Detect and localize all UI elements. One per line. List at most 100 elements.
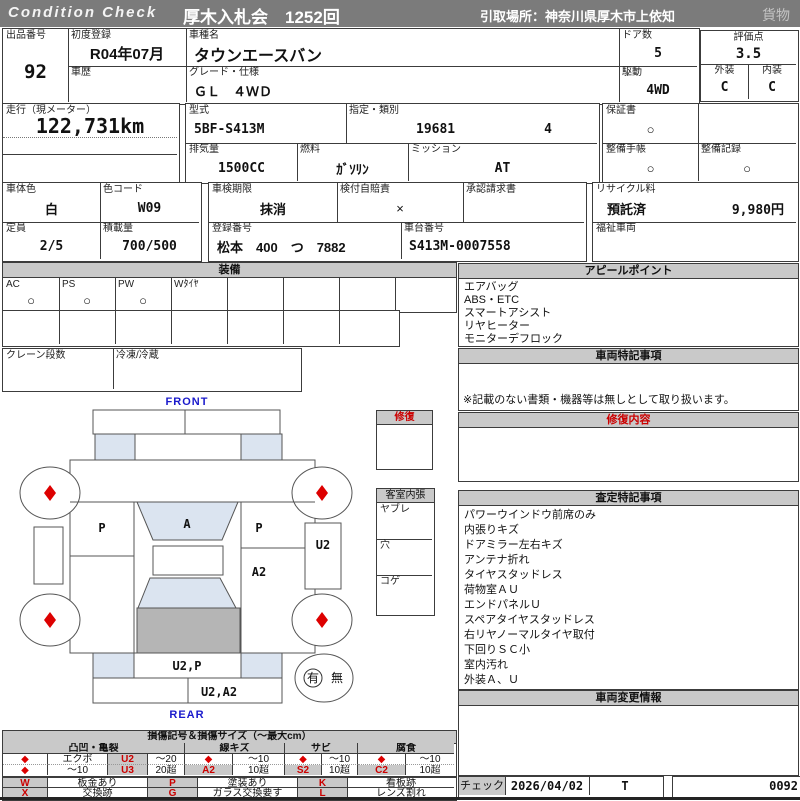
- damage-code: U3: [108, 765, 148, 775]
- interior-row-hole: 穴: [377, 539, 432, 576]
- score-table: 評価点 3.5 外装 C 内装 C: [700, 30, 799, 102]
- color-table: 車体色 白 色コード W09 定員 2/5 積載量 700/500: [2, 182, 202, 262]
- interior-mini-box: 客室内張 ヤブレ 穴 コゲ: [376, 488, 435, 616]
- mileage-empty-row: [3, 137, 177, 155]
- empty-cell: [698, 104, 796, 144]
- refrigeration-cell: 冷凍/冷蔵: [116, 350, 159, 361]
- mark-right-front-door: P: [255, 521, 262, 535]
- header-table: 出品番号 92 初度登録 R04年07月 車歴 車種名 タウンエースバン グレー…: [2, 28, 700, 105]
- maintenance-book-cell: 整備手帳 ○: [603, 143, 699, 181]
- interior-row-tear: ヤブレ: [377, 503, 432, 540]
- equipment-cell: Wﾀｲﾔ: [171, 278, 228, 310]
- mark-left-front-door: P: [98, 521, 105, 535]
- history-cell: 車歴: [68, 66, 187, 102]
- mark-tailgate: U2,P: [173, 659, 202, 673]
- recycle-fee: 9,980円: [731, 203, 784, 218]
- assessment-list: パワーウインドウ前席のみ 内張りキズ ドアミラー左右キズ アンテナ折れ タイヤス…: [459, 506, 798, 690]
- circle-mark: ○: [646, 160, 655, 176]
- recycle-status: 預託済: [607, 202, 647, 217]
- list-item: スマートアシスト: [464, 307, 552, 319]
- list-item: エンドパネルＵ: [464, 599, 541, 611]
- list-item: スペアタイヤスタッドレス: [464, 614, 595, 626]
- check-inspector: T: [621, 779, 629, 793]
- equipment-cell: [395, 278, 454, 310]
- equipment-cell: AC ○: [3, 278, 60, 310]
- welfare-cell: 福祉車両: [596, 223, 636, 234]
- inspection-table: 車検期限 抹消 検付自賠責 × 承認請求書 登録番号 松本 400 つ 7882…: [208, 182, 587, 262]
- sheet-number: 0092: [672, 776, 800, 798]
- repair-mini-box: 修復: [376, 410, 433, 470]
- list-item: モニターデフロック: [464, 333, 563, 345]
- crane-cell: クレーン段数: [3, 349, 114, 389]
- mileage-cell: 122,731km: [3, 104, 177, 138]
- damage-diamond-icon: ◆: [358, 754, 406, 765]
- assessment-section: 査定特記事項 パワーウインドウ前席のみ 内張りキズ ドアミラー左右キズ アンテナ…: [458, 490, 799, 690]
- capacity-cell: 定員 2/5: [3, 222, 101, 259]
- list-item: ABS・ETC: [464, 294, 520, 306]
- legend-group-name: 凸凹・亀裂: [3, 743, 185, 754]
- presence-no: 無: [331, 670, 343, 685]
- appeal-list: エアバッグ ABS・ETC スマートアシスト リヤヒーター モニターデフロック: [459, 279, 798, 348]
- left-side-box: [33, 526, 64, 585]
- damage-diamond-icon: ◆: [185, 754, 233, 765]
- vehicle-notes-section: 車両特記事項 ※記載のない書類・機器等は無しとして取り扱います。: [458, 348, 799, 411]
- doors-cell: ドア数 5: [619, 29, 697, 67]
- damage-diamond-icon: ◆: [3, 754, 48, 765]
- symbol-code: K: [298, 778, 348, 788]
- cargo-roof-panel: [136, 607, 241, 654]
- mileage-box: 走行（現メーター） 122,731km: [2, 103, 180, 184]
- damage-diamond-icon: ◆: [3, 765, 48, 775]
- condition-check-sheet: { "top_bar": { "brand": "Condition Check…: [0, 0, 800, 801]
- circle-mark: ○: [743, 160, 751, 176]
- check-row: チェック 2026/04/02 T: [458, 776, 664, 798]
- list-item: アンテナ折れ: [464, 554, 530, 566]
- auction-title: 厚木入札会 1252回: [183, 8, 340, 27]
- pickup-location: 引取場所：神奈川県厚木市上依知: [480, 9, 676, 24]
- mark-right-rear: A2: [252, 565, 266, 579]
- right-side-box: [304, 522, 342, 590]
- recycle-table: リサイクル料 預託済 9,980円 福祉車両: [592, 182, 799, 262]
- list-item: エアバッグ: [464, 281, 519, 293]
- damage-code: S2: [285, 765, 322, 775]
- symbol-code: P: [148, 778, 198, 788]
- damage-diamond-icon: ◆: [285, 754, 322, 765]
- damage-legend-table: 損傷記号＆損傷サイズ（〜最大cm） 凸凹・亀裂 線キズ サビ 腐食 ◆ エクボ …: [2, 730, 457, 777]
- legend-group-name: 腐食: [358, 743, 454, 754]
- check-date: 2026/04/02: [505, 777, 590, 795]
- model-name-cell: 車種名 タウンエースバン: [186, 29, 620, 67]
- crane-table: クレーン段数 冷凍/冷蔵: [2, 348, 302, 392]
- displacement-cell: 排気量 1500CC: [186, 143, 298, 181]
- category-label: 貨物: [762, 7, 790, 23]
- equipment-cell: PS ○: [59, 278, 116, 310]
- score-cell: 評価点 3.5: [701, 31, 796, 65]
- lot-number: 92: [24, 60, 47, 83]
- fuel-cell: 燃料 ｶﾞｿﾘﾝ: [297, 143, 409, 181]
- insurance-cell: 検付自賠責 ×: [337, 183, 464, 223]
- list-item: 右リヤノーマルタイヤ取付: [464, 629, 595, 641]
- lot-number-cell: 出品番号 92: [3, 29, 69, 102]
- approval-cell: 承認請求書: [463, 183, 584, 223]
- list-item: 内張りキズ: [464, 524, 519, 536]
- list-item: ドアミラー左右キズ: [464, 539, 563, 551]
- equipment-cell: [227, 278, 284, 310]
- body-color-cell: 車体色 白: [3, 183, 101, 223]
- equipment-cell: [283, 278, 340, 310]
- change-info-section: 車両変更情報: [458, 690, 799, 776]
- documents-table: 保証書 ○ 整備手帳 ○ 整備記録 ○: [602, 103, 799, 184]
- repair-content-section: 修復内容: [458, 412, 799, 482]
- grade-cell: グレード・仕様 ＧＬ ４ＷＤ: [186, 66, 620, 102]
- equipment-cell: [339, 278, 396, 310]
- list-item: パワーウインドウ前席のみ: [464, 509, 596, 521]
- spec-table: 型式 5BF-S413M 指定・類別 19681 4 排気量 1500CC 燃料…: [185, 103, 600, 184]
- presence-yes: 有: [307, 671, 319, 685]
- list-item: 下回りＳＣ小: [464, 644, 530, 656]
- exterior-grade-cell: 外装 C: [701, 64, 749, 99]
- plate-cell: 登録番号 松本 400 つ 7882: [209, 222, 402, 259]
- recycle-cell: リサイクル料 預託済 9,980円: [593, 183, 796, 223]
- vehicle-diagram: P A P U2 A2 U2,P U2,A2 FRONT REAR 有 無: [19, 396, 354, 721]
- list-item: 室内汚れ: [464, 659, 508, 671]
- top-bar: Condition Check 厚木入札会 1252回 引取場所：神奈川県厚木市…: [0, 0, 800, 27]
- damage-code: C2: [358, 765, 406, 775]
- damage-code: U2: [108, 754, 148, 765]
- color-code-cell: 色コード W09: [100, 183, 199, 223]
